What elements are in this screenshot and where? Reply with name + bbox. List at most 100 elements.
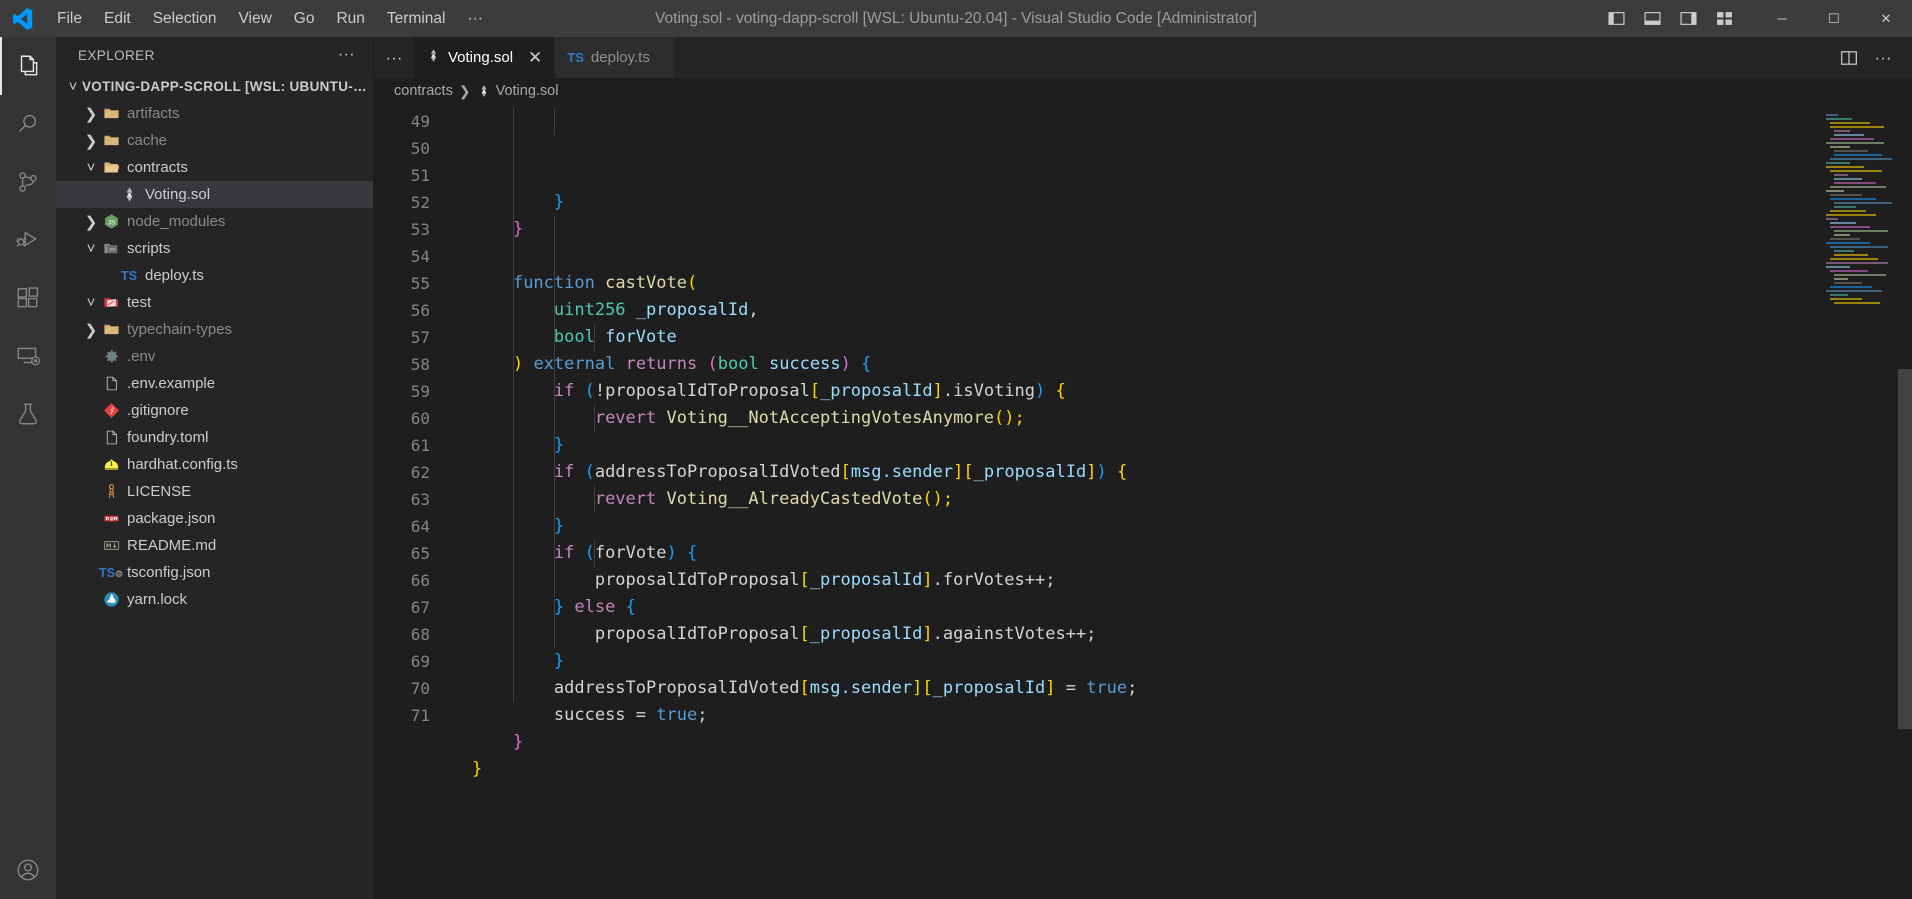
- window-minimize-button[interactable]: ─: [1756, 0, 1808, 37]
- tabs-overflow-icon[interactable]: ···: [374, 37, 414, 78]
- menu-go[interactable]: Go: [283, 0, 326, 37]
- code-line[interactable]: }: [472, 432, 1912, 459]
- tree-item-typechain-types[interactable]: ❯ typechain-types: [56, 316, 373, 343]
- sidebar-item-search[interactable]: [0, 95, 56, 153]
- tree-item-deploy-ts[interactable]: TS deploy.ts: [56, 262, 373, 289]
- folding-gutter[interactable]: [446, 104, 472, 899]
- line-number: 66: [410, 571, 430, 590]
- tree-item-cache[interactable]: ❯ cache: [56, 127, 373, 154]
- code-line[interactable]: }: [472, 756, 1912, 783]
- sidebar-item-testing[interactable]: [0, 385, 56, 443]
- close-icon[interactable]: ✕: [528, 49, 542, 66]
- tree-item-license[interactable]: LICENSE: [56, 478, 373, 505]
- toggle-secondary-sidebar-icon[interactable]: [1670, 0, 1706, 37]
- split-editor-icon[interactable]: [1834, 43, 1864, 73]
- tree-item-readme-md[interactable]: README.md: [56, 532, 373, 559]
- tree-item-yarn-lock[interactable]: yarn.lock: [56, 586, 373, 613]
- code-line[interactable]: if (forVote) {: [472, 540, 1912, 567]
- toggle-primary-sidebar-icon[interactable]: [1598, 0, 1634, 37]
- sidebar-item-extensions[interactable]: [0, 269, 56, 327]
- code-line[interactable]: bool forVote: [472, 324, 1912, 351]
- tree-item-contracts[interactable]: ˅ contracts: [56, 154, 373, 181]
- code-line[interactable]: function castVote(: [472, 270, 1912, 297]
- code-token: _proposalId: [809, 570, 923, 590]
- code-editor[interactable]: 49 50 51 52 53 54 55 56 57 58 59 60 61 62 63 64 65 66 67 68…: [374, 104, 1912, 899]
- code-line[interactable]: if (addressToProposalIdVoted[msg.sender]…: [472, 459, 1912, 486]
- menu-file[interactable]: File: [46, 0, 93, 37]
- code-line[interactable]: }: [472, 189, 1912, 216]
- sidebar-item-run-and-debug[interactable]: [0, 211, 56, 269]
- chevron-right-icon[interactable]: ❯: [82, 132, 100, 150]
- ellipsis-icon[interactable]: ···: [1868, 43, 1898, 73]
- code-content[interactable]: } } function castVote( uint256 _proposal…: [472, 104, 1912, 899]
- tree-item-voting-sol[interactable]: Voting.sol: [56, 181, 373, 208]
- window-maximize-button[interactable]: ☐: [1808, 0, 1860, 37]
- code-line[interactable]: if (!proposalIdToProposal[_proposalId].i…: [472, 378, 1912, 405]
- code-token: }: [553, 516, 565, 536]
- tree-item-foundry-toml[interactable]: foundry.toml: [56, 424, 373, 451]
- tree-item-env-example[interactable]: .env.example: [56, 370, 373, 397]
- breadcrumb-item-contracts[interactable]: contracts: [394, 83, 453, 99]
- code-token: [: [799, 570, 810, 590]
- code-line[interactable]: addressToProposalIdVoted[msg.sender][_pr…: [472, 675, 1912, 702]
- code-line[interactable]: }: [472, 648, 1912, 675]
- customize-layout-icon[interactable]: [1706, 0, 1742, 37]
- window-close-button[interactable]: ✕: [1860, 0, 1912, 37]
- sidebar-more-actions-icon[interactable]: ···: [330, 46, 363, 64]
- menu-terminal[interactable]: Terminal: [376, 0, 457, 37]
- tree-item-env[interactable]: .env: [56, 343, 373, 370]
- code-line[interactable]: ) external returns (bool success) {: [472, 351, 1912, 378]
- menu-view[interactable]: View: [227, 0, 282, 37]
- tree-item-label: test: [127, 294, 152, 311]
- tree-item-package-json[interactable]: package.json: [56, 505, 373, 532]
- code-token: {: [1055, 381, 1066, 401]
- tree-item-gitignore[interactable]: .gitignore: [56, 397, 373, 424]
- tree-item-label: package.json: [127, 510, 216, 527]
- code-token: =: [1055, 678, 1087, 698]
- chevron-down-icon[interactable]: ˅: [82, 294, 100, 311]
- breadcrumb-item-voting-sol[interactable]: Voting.sol: [477, 83, 558, 99]
- tree-root-folder[interactable]: ˅ VOTING-DAPP-SCROLL [WSL: UBUNTU-20....: [56, 73, 373, 100]
- account-icon[interactable]: [0, 841, 56, 899]
- toggle-panel-icon[interactable]: [1634, 0, 1670, 37]
- code-line[interactable]: }: [472, 513, 1912, 540]
- tree-item-artifacts[interactable]: ❯ artifacts: [56, 100, 373, 127]
- code-line[interactable]: uint256 _proposalId,: [472, 297, 1912, 324]
- tree-item-scripts[interactable]: ˅ <> scripts: [56, 235, 373, 262]
- code-line[interactable]: proposalIdToProposal[_proposalId].agains…: [472, 621, 1912, 648]
- sidebar-item-source-control[interactable]: [0, 153, 56, 211]
- code-line[interactable]: } else {: [472, 594, 1912, 621]
- code-line[interactable]: revert Voting__AlreadyCastedVote();: [472, 486, 1912, 513]
- code-line[interactable]: proposalIdToProposal[_proposalId].forVot…: [472, 567, 1912, 594]
- menu-more-icon[interactable]: ···: [457, 0, 495, 37]
- sidebar-item-remote-explorer[interactable]: [0, 327, 56, 385]
- chevron-down-icon[interactable]: ˅: [64, 78, 82, 95]
- menu-selection[interactable]: Selection: [142, 0, 228, 37]
- editor-vertical-scrollbar[interactable]: [1898, 104, 1912, 899]
- line-number: 53: [410, 220, 430, 239]
- menu-edit[interactable]: Edit: [93, 0, 142, 37]
- code-line[interactable]: success = true;: [472, 702, 1912, 729]
- chevron-right-icon[interactable]: ❯: [82, 213, 100, 231]
- code-line[interactable]: }: [472, 216, 1912, 243]
- sidebar-item-explorer[interactable]: [0, 37, 56, 95]
- tab-deploy-ts[interactable]: TS deploy.ts: [555, 37, 676, 78]
- scrollbar-thumb[interactable]: [1898, 369, 1912, 729]
- chevron-down-icon[interactable]: ˅: [82, 240, 100, 257]
- tree-item-hardhat-config-ts[interactable]: hardhat.config.ts: [56, 451, 373, 478]
- tree-item-tsconfig-json[interactable]: TS⚙ tsconfig.json: [56, 559, 373, 586]
- code-line[interactable]: [472, 783, 1912, 810]
- code-line[interactable]: }: [472, 729, 1912, 756]
- tree-item-test[interactable]: ˅ test: [56, 289, 373, 316]
- tree-item-node-modules[interactable]: ❯ JS node_modules: [56, 208, 373, 235]
- tab-voting-sol[interactable]: Voting.sol ✕: [414, 37, 556, 78]
- chevron-right-icon[interactable]: ❯: [82, 105, 100, 123]
- chevron-down-icon[interactable]: ˅: [82, 159, 100, 176]
- code-line[interactable]: [472, 243, 1912, 270]
- menu-run[interactable]: Run: [325, 0, 375, 37]
- chevron-right-icon[interactable]: ❯: [82, 321, 100, 339]
- code-line[interactable]: revert Voting__NotAcceptingVotesAnymore(…: [472, 405, 1912, 432]
